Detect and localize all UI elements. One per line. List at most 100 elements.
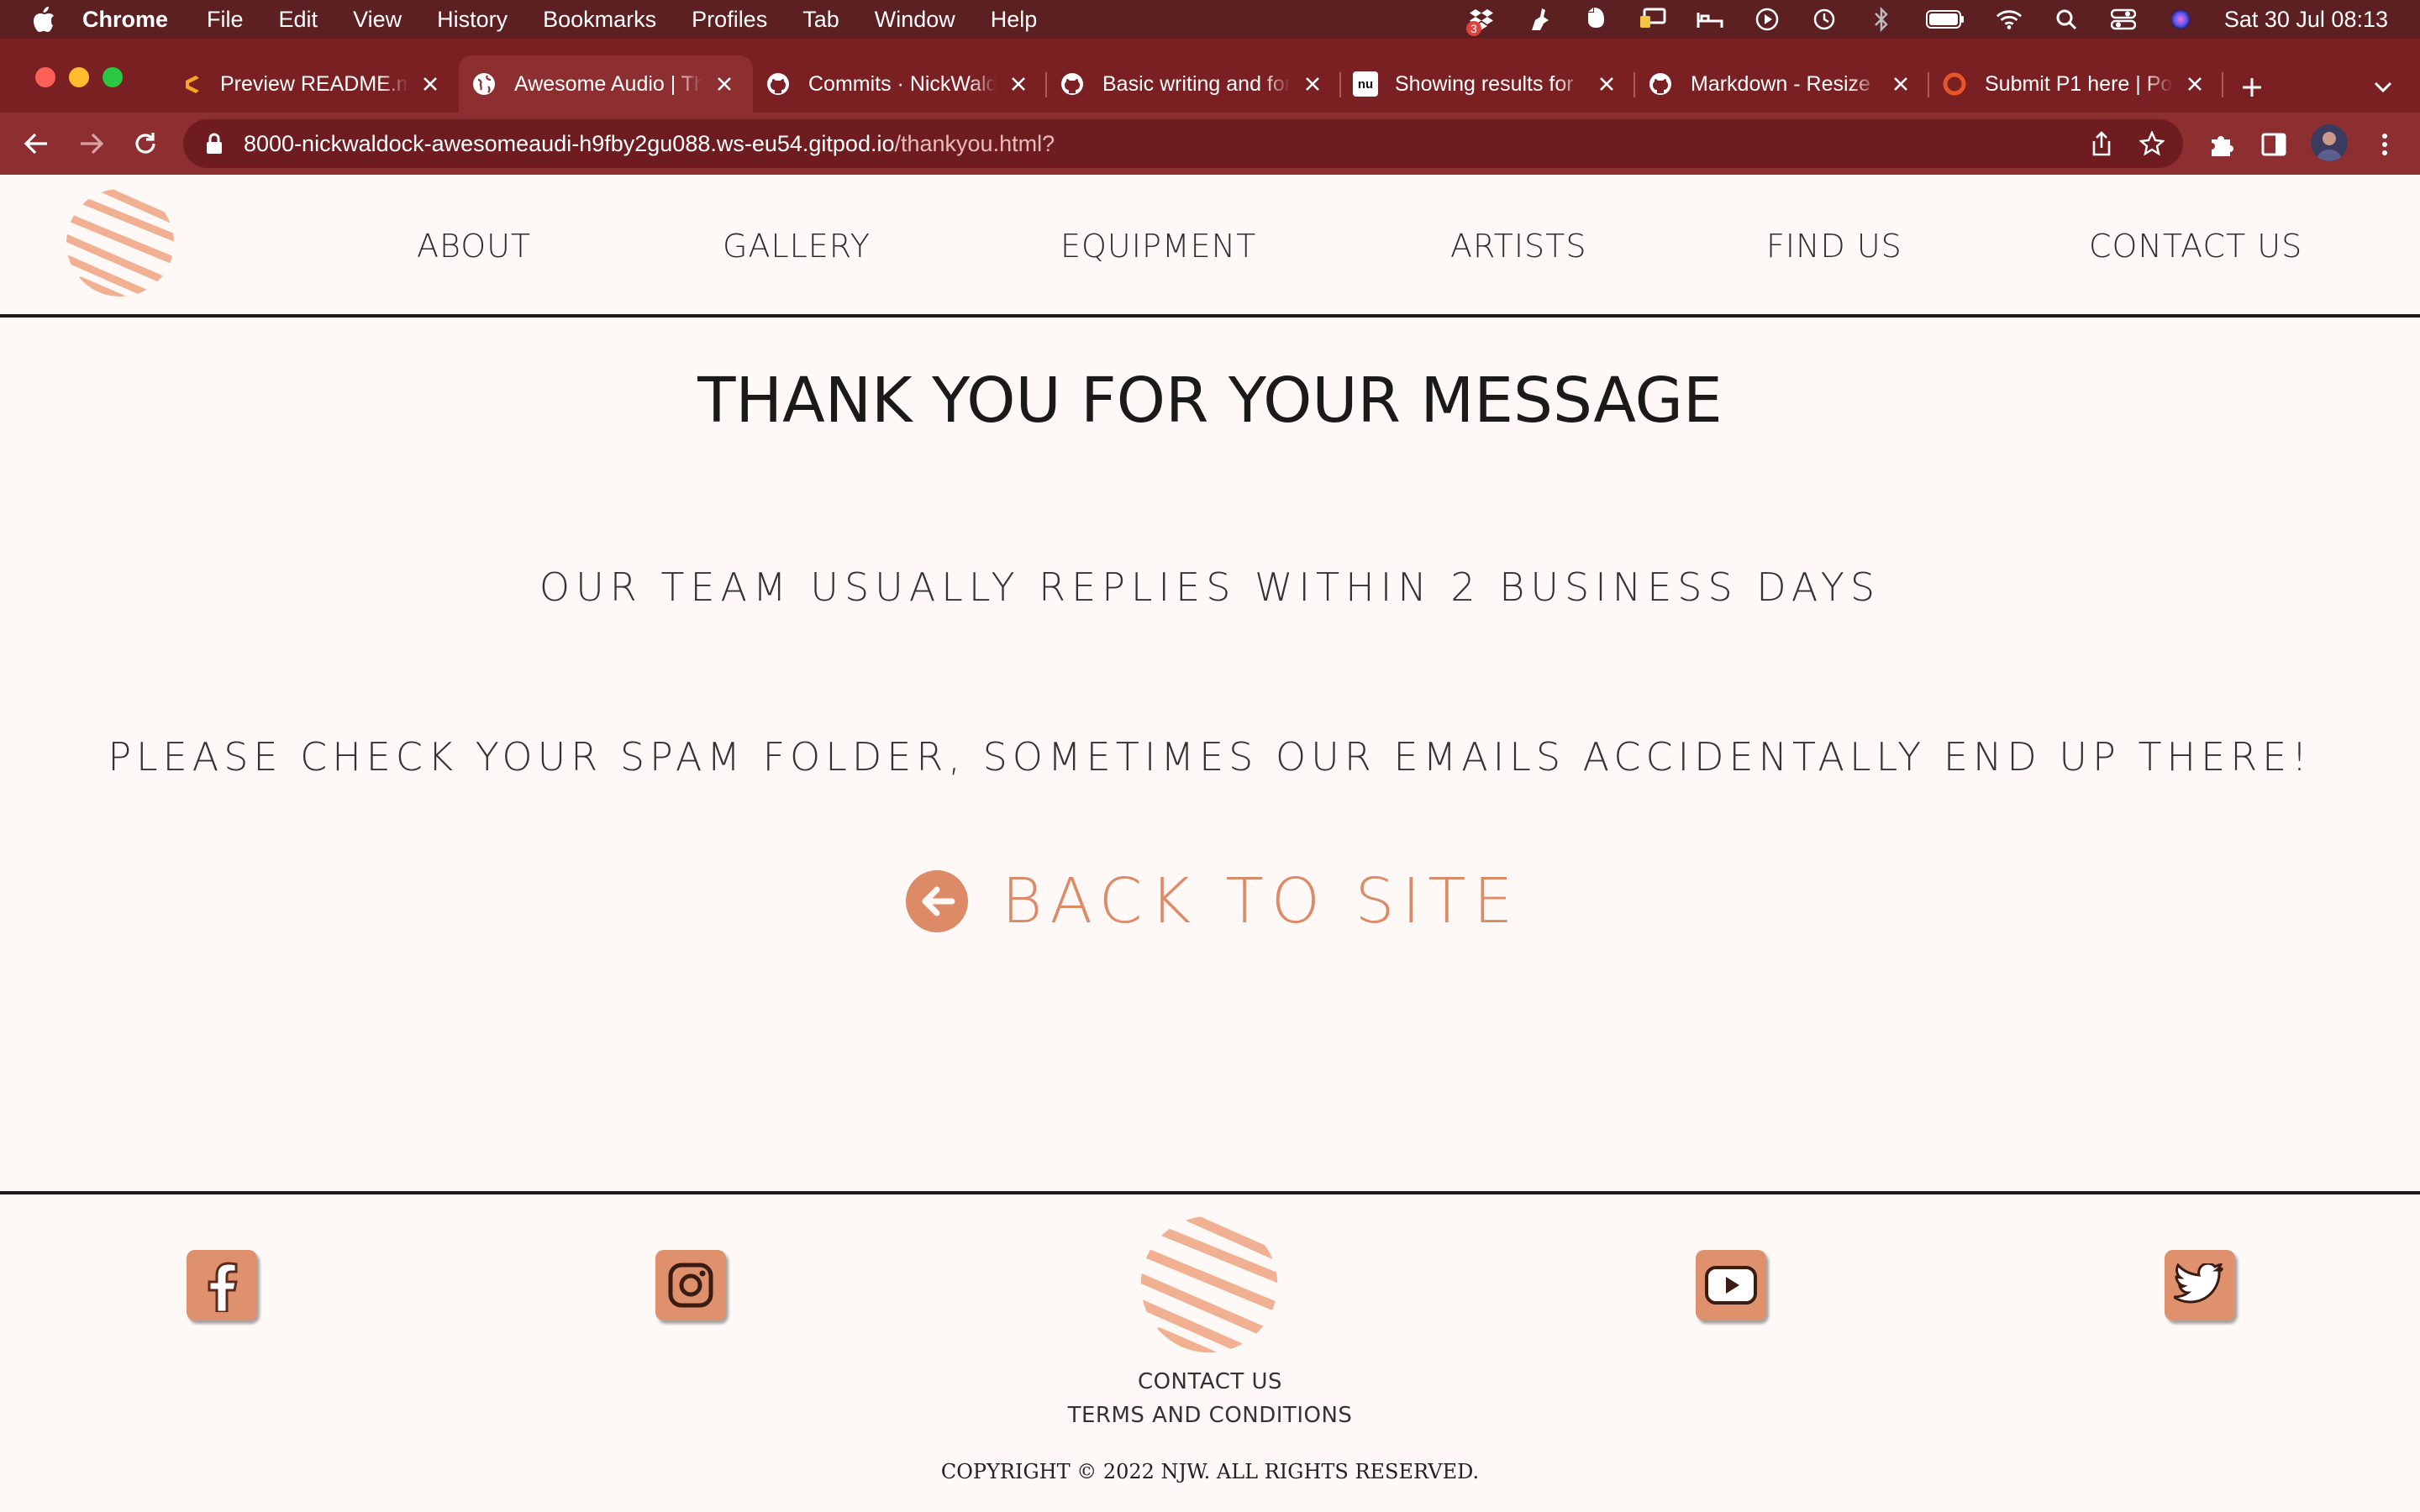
bed-icon[interactable] [1697,6,1723,33]
tab-title: Markdown - Resize [1691,71,1870,96]
nav-contact-us[interactable]: CONTACT US [2089,228,2302,265]
tab-showing-results[interactable]: nu Showing results for [1341,55,1635,113]
display-icon[interactable] [1639,6,1666,33]
nav-gallery[interactable]: GALLERY [723,228,871,265]
tab-title: Showing results for [1395,71,1574,96]
menu-window[interactable]: Window [875,7,955,33]
facebook-icon[interactable] [187,1250,257,1320]
footer-terms-link[interactable]: TERMS AND CONDITIONS [0,1403,2420,1428]
bookmark-star-icon[interactable] [2138,129,2166,158]
youtube-icon[interactable] [1696,1250,1766,1320]
twitter-icon[interactable] [2165,1250,2235,1320]
tab-preview-readme[interactable]: Preview README.md [165,55,459,113]
more-options-icon[interactable] [2370,129,2400,160]
address-bar[interactable]: 8000-nickwaldock-awesomeaudi-h9fby2gu088… [183,119,2183,168]
nav-find-us[interactable]: FIND US [1766,228,1902,265]
wifi-icon[interactable] [1996,6,2023,33]
side-panel-icon[interactable] [2259,129,2289,160]
copyright-text: COPYRIGHT © 2022 NJW. ALL RIGHTS RESERVE… [940,1460,1480,1483]
gitpod-favicon-icon [176,71,203,97]
close-tab-icon[interactable] [1007,72,1030,96]
spotlight-search-icon[interactable] [2053,6,2080,33]
spam-folder-text: PLEASE CHECK YOUR SPAM FOLDER, SOMETIMES… [108,734,2312,780]
new-tab-icon[interactable] [2232,67,2272,108]
menu-edit[interactable]: Edit [279,7,318,33]
avatar[interactable] [2311,124,2348,161]
menubar-clock[interactable]: Sat 30 Jul 08:13 [2224,7,2388,33]
arrow-left-circle-icon [906,870,968,932]
evernote-icon[interactable] [1582,6,1609,33]
minimize-window-button[interactable] [69,67,89,87]
back-to-site-label: BACK TO SITE [1002,865,1521,937]
globe-favicon-icon [471,71,497,97]
menu-profiles[interactable]: Profiles [692,7,767,33]
menu-help[interactable]: Help [991,7,1038,33]
tab-submit-p1[interactable]: Submit P1 here | Portfolio [1929,55,2223,113]
tab-title: Basic writing and formatting [1102,71,1291,96]
close-window-button[interactable] [35,67,55,87]
close-tab-icon[interactable] [1301,72,1324,96]
footer-logo[interactable] [1138,1213,1281,1356]
url-host: 8000-nickwaldock-awesomeaudi-h9fby2gu088… [244,130,895,156]
close-tab-icon[interactable] [1595,72,1618,96]
share-icon[interactable] [2087,129,2116,158]
nu-favicon-icon: nu [1353,71,1378,97]
forward-arrow-icon[interactable] [72,124,111,163]
tab-basic-writing[interactable]: Basic writing and formatting [1047,55,1341,113]
site-header: ABOUT GALLERY EQUIPMENT ARTISTS FIND US … [0,175,2420,318]
instagram-icon[interactable] [655,1250,726,1320]
extensions-puzzle-icon[interactable] [2207,129,2237,160]
page-title: THANK YOU FOR YOUR MESSAGE [697,365,1723,437]
site-logo[interactable] [64,186,176,299]
main-content: THANK YOU FOR YOUR MESSAGE OUR TEAM USUA… [0,318,2420,1193]
dropbox-icon[interactable]: 3 [1465,6,1495,36]
github-favicon-icon [765,71,792,97]
menu-view[interactable]: View [353,7,402,33]
close-tab-icon[interactable] [713,72,736,96]
zoom-window-button[interactable] [103,67,123,87]
back-to-site-link[interactable]: BACK TO SITE [906,855,1520,948]
tab-separator [2222,72,2223,97]
menu-app-name[interactable]: Chrome [82,7,168,33]
nav-about[interactable]: ABOUT [417,228,531,265]
menu-file[interactable]: File [207,7,244,33]
tab-title: Commits · NickWaldock [808,71,997,96]
play-circle-icon[interactable] [1754,6,1781,33]
menu-history[interactable]: History [437,7,508,33]
control-center-icon[interactable] [2110,6,2137,33]
close-tab-icon[interactable] [418,72,442,96]
tab-title: Awesome Audio | Thank you [514,71,702,96]
site-footer: CONTACT US TERMS AND CONDITIONS COPYRIGH… [0,1191,2420,1512]
time-machine-icon[interactable] [1811,6,1838,33]
tab-title: Submit P1 here | Portfolio [1985,71,2173,96]
lock-icon[interactable] [202,131,227,156]
tab-markdown-resize[interactable]: Markdown - Resize [1635,55,1929,113]
menu-tab[interactable]: Tab [802,7,839,33]
siri-icon[interactable] [2167,6,2194,33]
dropbox-badge: 3 [1465,21,1481,36]
browser-toolbar: 8000-nickwaldock-awesomeaudi-h9fby2gu088… [0,113,2420,175]
tab-title: Preview README.md [220,71,408,96]
battery-icon[interactable] [1925,6,1965,33]
ring-favicon-icon [1941,71,1968,97]
apple-icon[interactable] [32,6,57,33]
nav-equipment[interactable]: EQUIPMENT [1060,228,1256,265]
reply-time-text: OUR TEAM USUALLY REPLIES WITHIN 2 BUSINE… [539,564,1881,610]
macos-menu-bar: Chrome File Edit View History Bookmarks … [0,0,2420,39]
tab-awesome-audio[interactable]: Awesome Audio | Thank you [459,55,753,113]
close-tab-icon[interactable] [1889,72,1912,96]
close-tab-icon[interactable] [2183,72,2207,96]
reload-icon[interactable] [126,124,165,163]
chevron-down-icon[interactable] [2363,67,2403,108]
github-favicon-icon [1647,71,1674,97]
url-path: /thankyou.html? [894,130,1055,156]
footer-contact-link[interactable]: CONTACT US [0,1369,2420,1394]
nav-artists[interactable]: ARTISTS [1450,228,1587,265]
browser-tab-strip: Preview README.md Awesome Audio | Thank … [0,39,2420,113]
url-text: 8000-nickwaldock-awesomeaudi-h9fby2gu088… [244,131,1055,157]
bluetooth-icon[interactable] [1868,6,1895,33]
back-arrow-icon[interactable] [17,124,55,163]
menu-bookmarks[interactable]: Bookmarks [543,7,656,33]
tab-commits[interactable]: Commits · NickWaldock [753,55,1047,113]
rabbit-icon[interactable] [1525,6,1552,33]
